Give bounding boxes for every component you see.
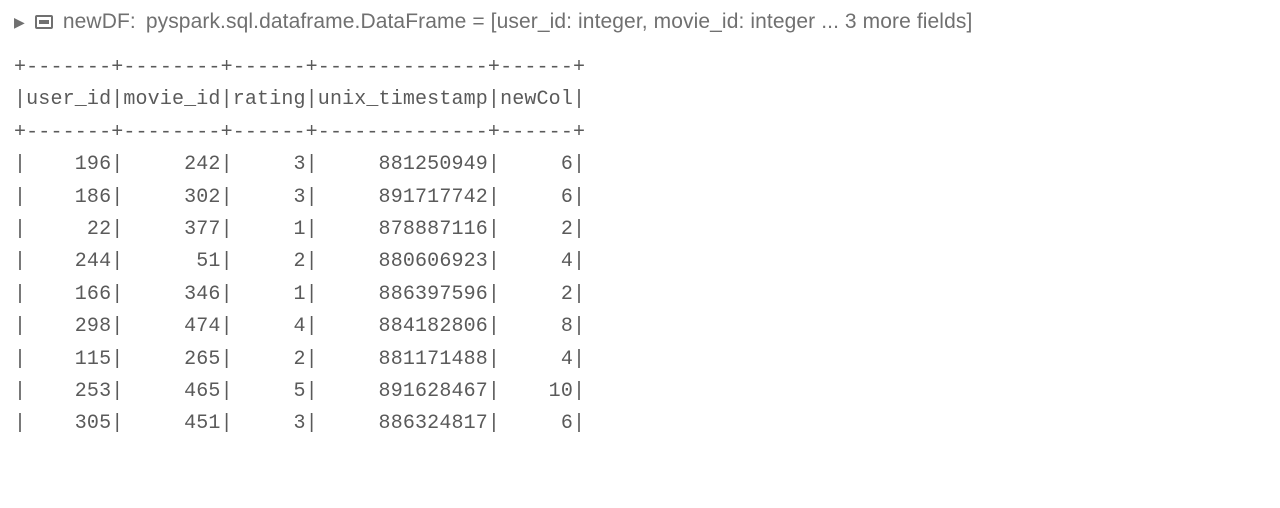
dataframe-header: ▶ newDF: pyspark.sql.dataframe.DataFrame… — [14, 10, 1280, 34]
expand-toggle-icon[interactable]: ▶ — [14, 14, 25, 31]
variable-name: newDF: — [63, 10, 136, 34]
variable-type: pyspark.sql.dataframe.DataFrame = [user_… — [146, 10, 973, 34]
dataframe-output: +-------+--------+------+--------------+… — [14, 52, 1280, 441]
dataframe-icon — [35, 15, 53, 29]
